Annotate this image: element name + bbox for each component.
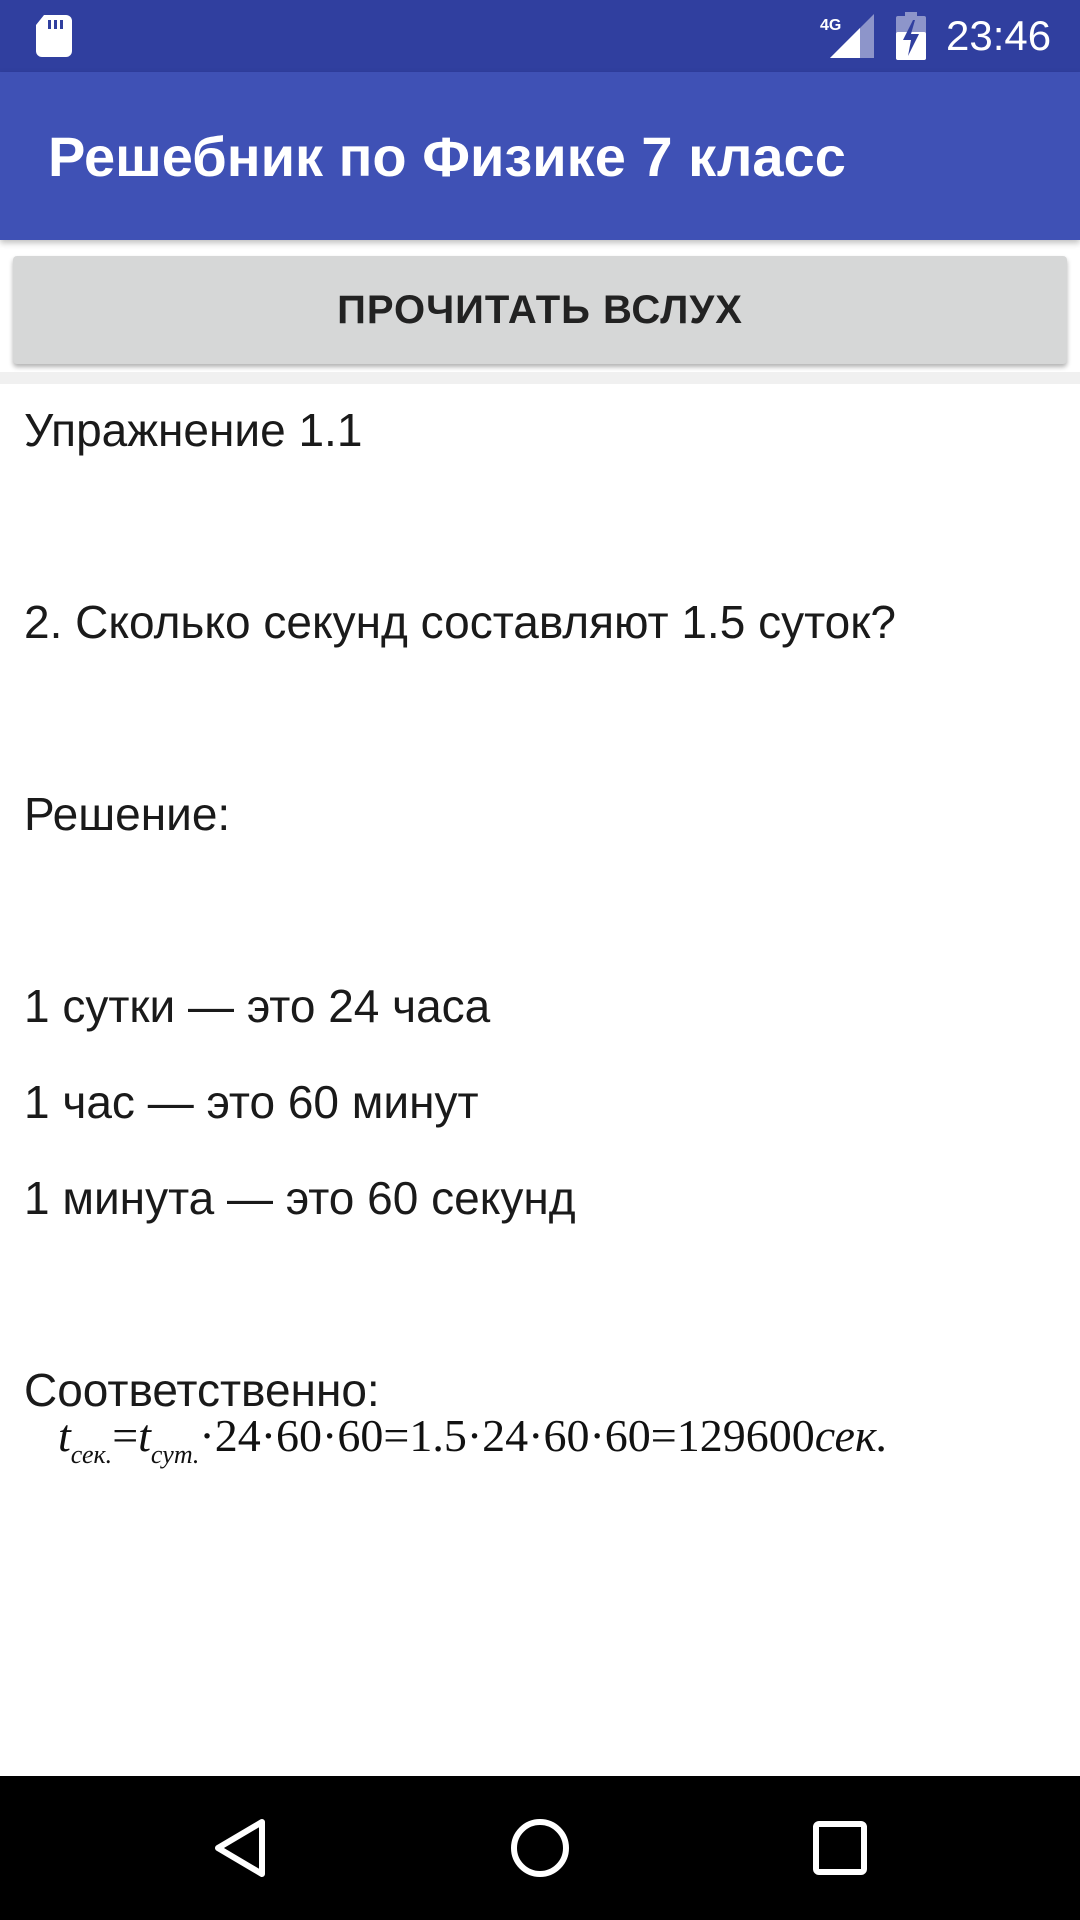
content-top-divider (0, 372, 1080, 384)
question-text: 2. Сколько секунд составляют 1.5 суток? (24, 596, 896, 648)
formula-expression: ·24·60·60=1.5·24·60·60=129600 (199, 1410, 815, 1461)
app-title: Решебник по Физике 7 класс (48, 125, 846, 188)
exercise-title: Упражнение 1.1 (24, 404, 363, 456)
solution-formula: tсек.=tсут.·24·60·60=1.5·24·60·60=129600… (58, 1408, 888, 1483)
formula-sub-sec: сек. (70, 1440, 113, 1469)
network-type-label: 4G (820, 17, 841, 34)
fact-line-2: 1 час — это 60 минут (24, 1076, 479, 1128)
read-aloud-button[interactable]: ПРОЧИТАТЬ ВСЛУХ (13, 256, 1067, 364)
signal-4g-icon: 4G (820, 14, 874, 58)
fact-line-1: 1 сутки — это 24 часа (24, 980, 491, 1032)
formula-var-t: t (58, 1410, 71, 1461)
formula-var-t2: t (138, 1410, 151, 1461)
navigation-bar (0, 1776, 1080, 1920)
back-icon[interactable] (200, 1808, 280, 1888)
status-clock: 23:46 (946, 12, 1052, 59)
solution-label: Решение: (24, 788, 231, 840)
sd-card-icon (36, 15, 72, 57)
fact-line-3: 1 минута — это 60 секунд (24, 1172, 576, 1224)
app-bar: Решебник по Физике 7 класс (0, 72, 1080, 240)
formula-sub-day: сут. (150, 1440, 200, 1469)
formula-equals: = (112, 1410, 139, 1461)
home-icon[interactable] (500, 1808, 580, 1888)
recents-icon[interactable] (800, 1808, 880, 1888)
battery-charging-icon (896, 12, 926, 60)
status-bar: 4G 23:46 (0, 0, 1080, 72)
formula-unit: сек. (814, 1410, 888, 1461)
